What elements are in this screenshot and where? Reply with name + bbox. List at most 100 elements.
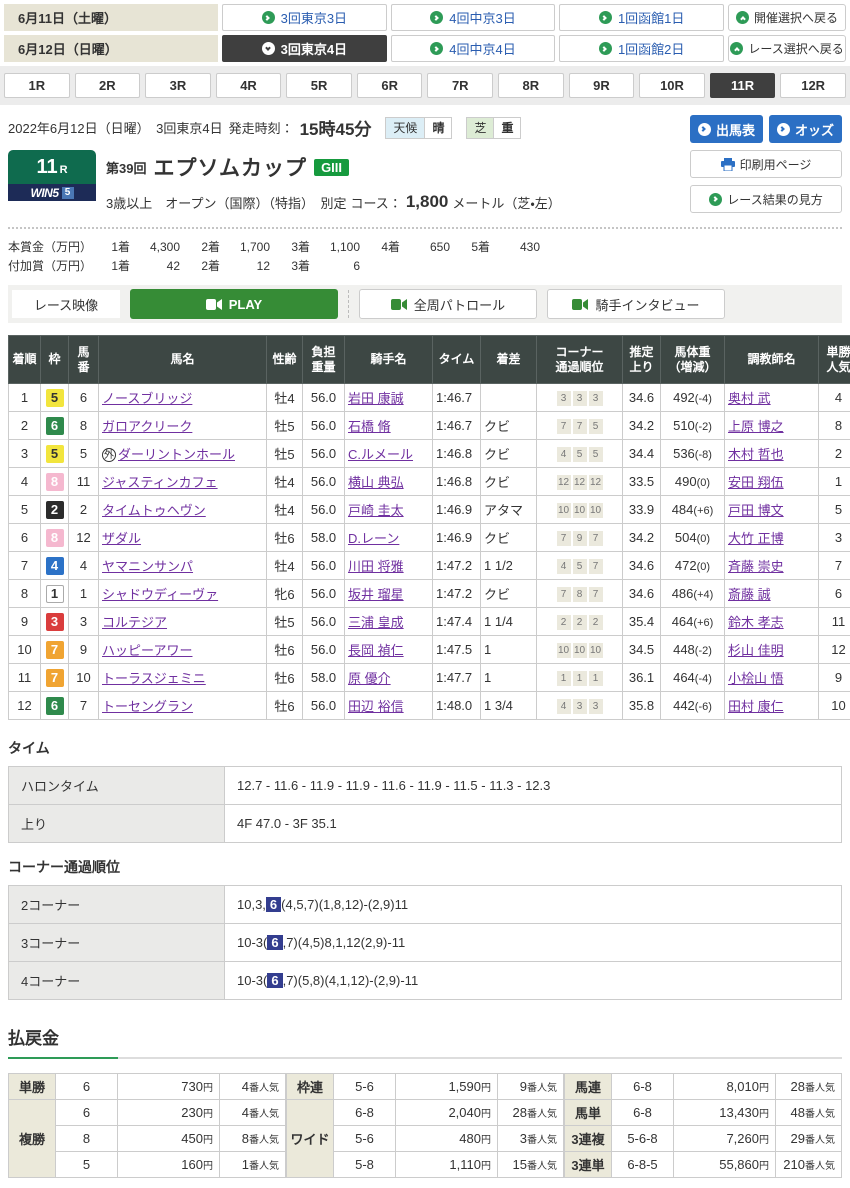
date-label-sun: 6月12日（日曜）: [4, 35, 218, 62]
horse-link[interactable]: トーラスジェミニ: [102, 671, 206, 686]
horse-link[interactable]: ヤマニンサンパ: [102, 559, 193, 574]
meeting-link-hakodate-day2[interactable]: 1回函館2日: [559, 35, 724, 62]
trainer-link[interactable]: 杉山 佳明: [728, 643, 784, 658]
back-to-race-select-button[interactable]: レース選択へ戻る: [728, 35, 846, 62]
chevron-down-icon: [262, 42, 275, 55]
result-row-4: 4 8 11 ジャスティンカフェ 牡4 56.0 横山 典弘 1:46.8 クビ…: [9, 468, 850, 496]
tab-11r-selected[interactable]: 11R: [710, 73, 776, 98]
corner-section-title: コーナー通過順位: [8, 857, 842, 877]
umatan-row: 馬単 6-8 13,430円 48番人気: [565, 1100, 842, 1126]
jockey-link[interactable]: 戸崎 圭太: [348, 503, 404, 518]
trainer-link[interactable]: 田村 康仁: [728, 699, 784, 714]
chevron-up-icon: [736, 11, 749, 24]
horse-link[interactable]: コルテジア: [102, 615, 167, 630]
jockey-link[interactable]: 三浦 皇成: [348, 615, 404, 630]
frame-badge: 7: [46, 641, 64, 659]
result-row-2: 2 6 8 ガロアクリーク 牡5 56.0 石橋 脩 1:46.7 クビ 775…: [9, 412, 850, 440]
horse-link[interactable]: ガロアクリーク: [102, 419, 192, 434]
frame-badge: 3: [46, 613, 64, 631]
extra-prize-row: 付加賞（万円） 1着42 2着12 3着6: [8, 256, 550, 275]
trainer-link[interactable]: 戸田 博文: [728, 503, 784, 518]
tab-3r[interactable]: 3R: [145, 73, 211, 98]
tab-1r[interactable]: 1R: [4, 73, 70, 98]
trainer-link[interactable]: 大竹 正博: [728, 531, 784, 546]
meeting-link-tokyo-day3[interactable]: 3回東京3日: [222, 4, 387, 31]
result-row-6: 6 8 12 ザダル 牡6 58.0 D.レーン 1:46.9 クビ 797 3…: [9, 524, 850, 552]
corner-4-row: 4コーナー 10-3(6,7)(5,8)(4,1,12)-(2,9)-11: [9, 962, 842, 1000]
race-conditions: 3歳以上 オープン（国際）（特指） 別定: [106, 193, 346, 212]
tab-4r[interactable]: 4R: [216, 73, 282, 98]
course-distance: 1,800: [406, 192, 449, 212]
trainer-link[interactable]: 木村 哲也: [728, 447, 784, 462]
jockey-link[interactable]: 長岡 禎仁: [348, 643, 404, 658]
horse-link[interactable]: シャドウディーヴァ: [102, 587, 218, 602]
jockey-link[interactable]: C.ルメール: [348, 447, 413, 462]
jockey-link[interactable]: 横山 典弘: [348, 475, 404, 490]
chevron-up-icon: [730, 42, 743, 55]
jockey-link[interactable]: 原 優介: [348, 671, 391, 686]
frame-badge: 7: [46, 669, 64, 687]
chevron-right-icon: [262, 11, 275, 24]
tab-12r[interactable]: 12R: [780, 73, 846, 98]
horse-link[interactable]: タイムトゥヘヴン: [102, 503, 206, 518]
jockey-link[interactable]: 田辺 裕信: [348, 699, 404, 714]
trainer-link[interactable]: 安田 翔伍: [728, 475, 784, 490]
divider: [348, 290, 349, 318]
horse-link[interactable]: ザダル: [102, 531, 141, 546]
jockey-interview-button[interactable]: 騎手インタビュー: [547, 289, 725, 319]
meeting-link-tokyo-day4-selected[interactable]: 3回東京4日: [222, 35, 387, 62]
entry-table-button[interactable]: 出馬表: [690, 115, 763, 143]
results-header-row: 着順枠馬 番 馬名性齢負担 重量 騎手名タイム着差 コーナー 通過順位推定 上り…: [9, 336, 850, 384]
race-date-meta: 2022年6月12日（日曜） 3回東京4日: [8, 118, 223, 137]
patrol-video-button[interactable]: 全周パトロール: [359, 289, 537, 319]
meeting-link-chukyo-day3[interactable]: 4回中京3日: [391, 4, 556, 31]
tab-6r[interactable]: 6R: [357, 73, 423, 98]
tab-7r[interactable]: 7R: [427, 73, 493, 98]
race-number-badge: 11R: [8, 150, 96, 184]
jockey-link[interactable]: 川田 将雅: [348, 559, 404, 574]
wakuren-row: 枠連 5-6 1,590円 9番人気: [287, 1074, 564, 1100]
jockey-link[interactable]: 岩田 康誠: [348, 391, 404, 406]
horse-link[interactable]: ジャスティンカフェ: [102, 475, 218, 490]
horse-link[interactable]: ノースブリッジ: [102, 391, 192, 406]
race-results-table-wrap: 着順枠馬 番 馬名性齢負担 重量 騎手名タイム着差 コーナー 通過順位推定 上り…: [0, 331, 850, 724]
tab-9r[interactable]: 9R: [569, 73, 635, 98]
wide-row-1: ワイド 6-8 2,040円 28番人気: [287, 1100, 564, 1126]
tab-8r[interactable]: 8R: [498, 73, 564, 98]
meeting-link-hakodate-day1[interactable]: 1回函館1日: [559, 4, 724, 31]
tab-10r[interactable]: 10R: [639, 73, 705, 98]
corner-order-section: コーナー通過順位 2コーナー 10,3,6(4,5,7)(1,8,12)-(2,…: [0, 843, 850, 1000]
tab-5r[interactable]: 5R: [286, 73, 352, 98]
trainer-link[interactable]: 斎藤 誠: [728, 587, 771, 602]
course-label: コース：: [350, 193, 401, 212]
jockey-link[interactable]: 坂井 瑠星: [348, 587, 404, 602]
horse-link[interactable]: トーセングラン: [102, 699, 193, 714]
play-video-button[interactable]: PLAY: [130, 289, 338, 319]
meeting-link-chukyo-day4[interactable]: 4回中京4日: [391, 35, 556, 62]
grade-badge: GIII: [314, 159, 349, 176]
trainer-link[interactable]: 鈴木 孝志: [728, 615, 784, 630]
payout-table-exacta-trio: 馬連 6-8 8,010円 28番人気 馬単 6-8 13,430円 48番人気…: [564, 1073, 842, 1178]
chevron-right-icon: [599, 11, 612, 24]
trainer-link[interactable]: 斉藤 崇史: [728, 559, 784, 574]
trainer-link[interactable]: 奥村 武: [728, 391, 771, 406]
winner-highlight: 6: [266, 897, 281, 912]
horse-link[interactable]: ダーリントンホール: [118, 447, 235, 462]
trainer-link[interactable]: 上原 博之: [728, 419, 784, 434]
jockey-link[interactable]: D.レーン: [348, 531, 399, 546]
frame-badge: 4: [46, 557, 64, 575]
jockey-link[interactable]: 石橋 脩: [348, 419, 391, 434]
odds-button[interactable]: オッズ: [769, 115, 842, 143]
back-to-meeting-select-button[interactable]: 開催選択へ戻る: [728, 4, 846, 31]
horse-link[interactable]: ハッピーアワー: [102, 643, 192, 658]
win5-badge: WIN55: [8, 184, 96, 201]
print-page-button[interactable]: 印刷用ページ: [690, 150, 842, 178]
results-guide-button[interactable]: レース結果の見方: [690, 185, 842, 213]
result-row-3: 3 5 5 外ダーリントンホール 牡5 56.0 C.ルメール 1:46.8 ク…: [9, 440, 850, 468]
main-prize-row: 本賞金（万円） 1着4,300 2着1,700 3着1,100 4着650 5着…: [8, 237, 550, 256]
trainer-link[interactable]: 小桧山 悟: [728, 671, 784, 686]
foreign-bred-mark: 外: [102, 448, 116, 462]
result-row-5: 5 2 2 タイムトゥヘヴン 牡4 56.0 戸崎 圭太 1:46.9 アタマ …: [9, 496, 850, 524]
race-results-table: 着順枠馬 番 馬名性齢負担 重量 騎手名タイム着差 コーナー 通過順位推定 上り…: [8, 335, 850, 720]
tab-2r[interactable]: 2R: [75, 73, 141, 98]
